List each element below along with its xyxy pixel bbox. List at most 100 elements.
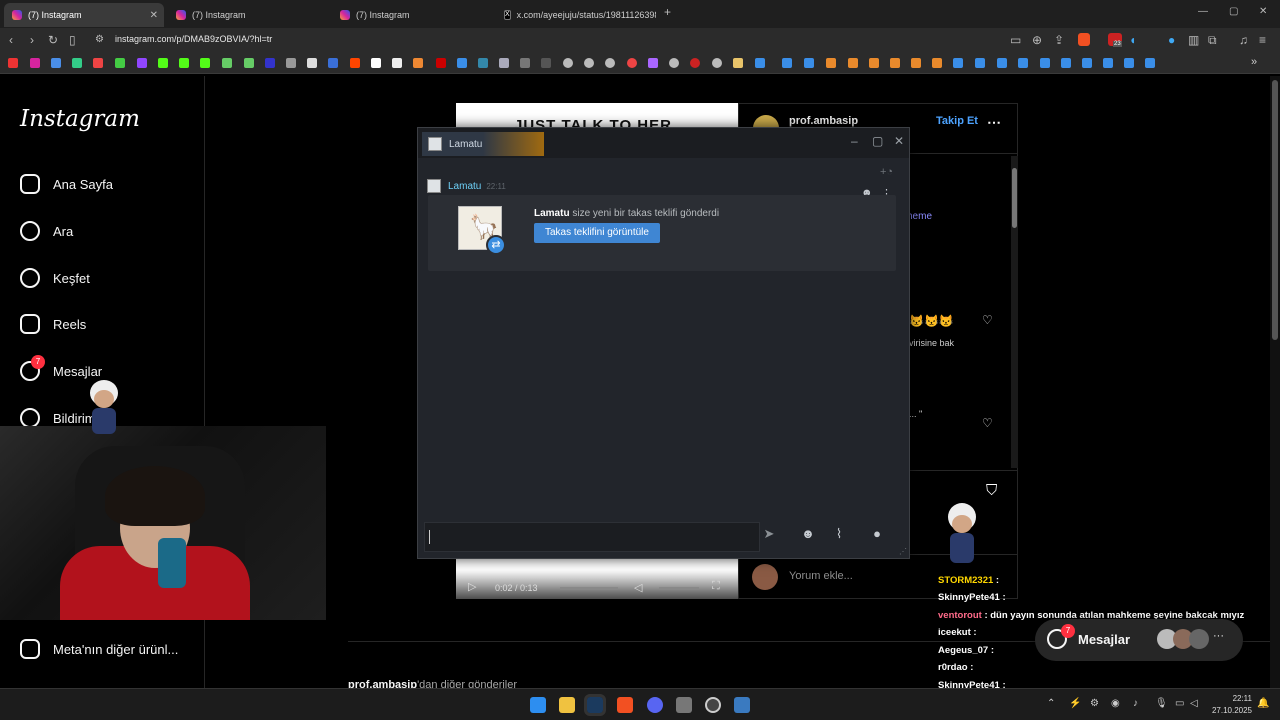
forward-icon[interactable]: › [30,33,34,47]
bookmark-icon[interactable] [371,58,381,68]
puzzle-icon[interactable]: ⧉ [1208,33,1217,48]
messages-pill[interactable]: 7 Mesajlar ··· [1035,619,1243,661]
follow-button[interactable]: Takip Et [936,115,978,127]
bookmark-icon[interactable] [932,58,942,68]
nav-home[interactable]: Ana Sayfa [20,174,113,194]
nav-search[interactable]: Ara [20,221,73,241]
extension-icon[interactable]: ▥ [1188,33,1199,47]
extension-icon[interactable]: ◖ [1129,33,1136,47]
steam-chat-tab[interactable]: Lamatu [422,132,544,156]
steam-bookmark-icon[interactable] [755,58,765,68]
post-author[interactable]: prof.ambasip [789,115,858,127]
bookmark-icon[interactable] [869,58,879,68]
app-icon[interactable] [734,697,750,713]
bookmark-icon[interactable] [499,58,509,68]
steam-bookmark-icon[interactable] [975,58,985,68]
steam-bookmark-icon[interactable] [1103,58,1113,68]
folder-icon[interactable] [733,58,743,68]
send-icon[interactable]: ➤ [755,526,783,548]
discord-icon[interactable] [647,697,663,713]
notifications-icon[interactable]: 🔔 [1257,698,1269,709]
site-settings-icon[interactable]: ⚙ [95,34,104,45]
steam-bookmark-icon[interactable] [1145,58,1155,68]
steam-bookmark-icon[interactable] [953,58,963,68]
bookmark-icon[interactable] [911,58,921,68]
extension-icon[interactable]: ● [1168,33,1175,47]
bookmark-icon[interactable] [669,58,679,68]
scrollbar[interactable] [1011,156,1018,468]
bookmark-icon[interactable] [520,58,530,68]
bookmark-icon[interactable] [8,58,18,68]
bookmark-icon[interactable] [328,58,338,68]
view-trade-offer-button[interactable]: Takas teklifini görüntüle [534,223,660,243]
bookmark-icon[interactable] [392,58,402,68]
volume-icon[interactable]: ◁ [1190,698,1198,709]
browser-tab[interactable]: (7) Instagram [168,3,328,27]
bookmark-icon[interactable] [179,58,189,68]
bookmark-icon[interactable] [51,58,61,68]
show-hidden-icons[interactable]: ⌃ [1047,698,1055,709]
steam-bookmark-icon[interactable] [1040,58,1050,68]
bookmark-icon[interactable] [115,58,125,68]
menu-icon[interactable]: ≡ [1259,33,1266,47]
page-scrollbar[interactable] [1270,76,1280,688]
volume-slider[interactable] [659,587,699,590]
bookmark-icon[interactable] [158,58,168,68]
back-icon[interactable]: ‹ [9,33,13,47]
brave-shield-icon[interactable] [1078,33,1090,46]
nav-meta-more[interactable]: Meta'nın diğer ürünl... [20,639,178,659]
bookmark-icon[interactable] [890,58,900,68]
resize-handle-icon[interactable]: ⋰ [899,547,907,556]
steam-icon[interactable] [584,694,606,716]
url-field[interactable]: instagram.com/p/DMAB9zOBVIA/?hl=tr [115,34,272,44]
bookmark-icon[interactable] [478,58,488,68]
bookmark-icon[interactable] [286,58,296,68]
steam-bookmark-icon[interactable] [804,58,814,68]
bookmark-icon[interactable] [584,58,594,68]
reload-icon[interactable]: ↻ [48,33,58,47]
nav-reels[interactable]: Reels [20,314,86,334]
minimize-icon[interactable]: — [1198,6,1208,17]
share-icon[interactable]: ⇪ [1054,33,1064,47]
voice-icon[interactable]: ● [863,526,891,548]
steam-bookmark-icon[interactable] [997,58,1007,68]
browser-tab[interactable]: (7) Instagram ✕ [4,3,164,27]
play-icon[interactable]: ▷ [468,580,476,593]
bookmark-icon[interactable] [648,58,658,68]
tray-icon[interactable]: ♪ [1133,698,1138,709]
steam-bookmark-icon[interactable] [1124,58,1134,68]
steam-bookmark-icon[interactable] [782,58,792,68]
browser-tab[interactable]: X x.com/ayeejuju/status/19811126398 [496,3,656,27]
nav-explore[interactable]: Keşfet [20,268,90,288]
cast-icon[interactable]: ▭ [1010,33,1021,47]
emoticon-icon[interactable]: ☻ [794,526,822,548]
instagram-logo[interactable]: Instagram [20,106,140,132]
close-icon[interactable]: ✕ [1259,6,1267,17]
avatar[interactable] [427,179,441,193]
bookmark-icon[interactable] [457,58,467,68]
fullscreen-icon[interactable]: ⛶ [712,580,720,593]
nav-messages[interactable]: Mesajlar 7 [20,355,102,381]
chat-message-input[interactable] [424,522,760,552]
bookmark-icon[interactable] [826,58,836,68]
app-icon[interactable] [676,697,692,713]
maximize-icon[interactable]: ▢ [1229,6,1238,17]
start-icon[interactable] [530,697,546,713]
steam-bookmark-icon[interactable] [1018,58,1028,68]
steam-tray-icon[interactable]: ◉ [1111,698,1120,709]
bookmark-icon[interactable] [72,58,82,68]
bookmark-icon[interactable] [93,58,103,68]
bookmark-icon[interactable] [541,58,551,68]
bookmark-icon[interactable] [30,58,40,68]
obs-icon[interactable] [705,697,721,713]
bookmark-icon[interactable] [690,58,700,68]
close-icon[interactable]: ✕ [894,134,904,148]
new-tab-button[interactable]: + [664,5,671,19]
like-comment-icon[interactable]: ♡ [982,313,993,327]
close-icon[interactable]: ✕ [150,10,158,21]
brave-icon[interactable] [617,697,633,713]
microphone-icon[interactable]: 🎙 [1155,698,1168,709]
media-icon[interactable]: ♫ [1239,33,1248,47]
bookmark-icon[interactable] [605,58,615,68]
browser-tab[interactable]: (7) Instagram [332,3,492,27]
